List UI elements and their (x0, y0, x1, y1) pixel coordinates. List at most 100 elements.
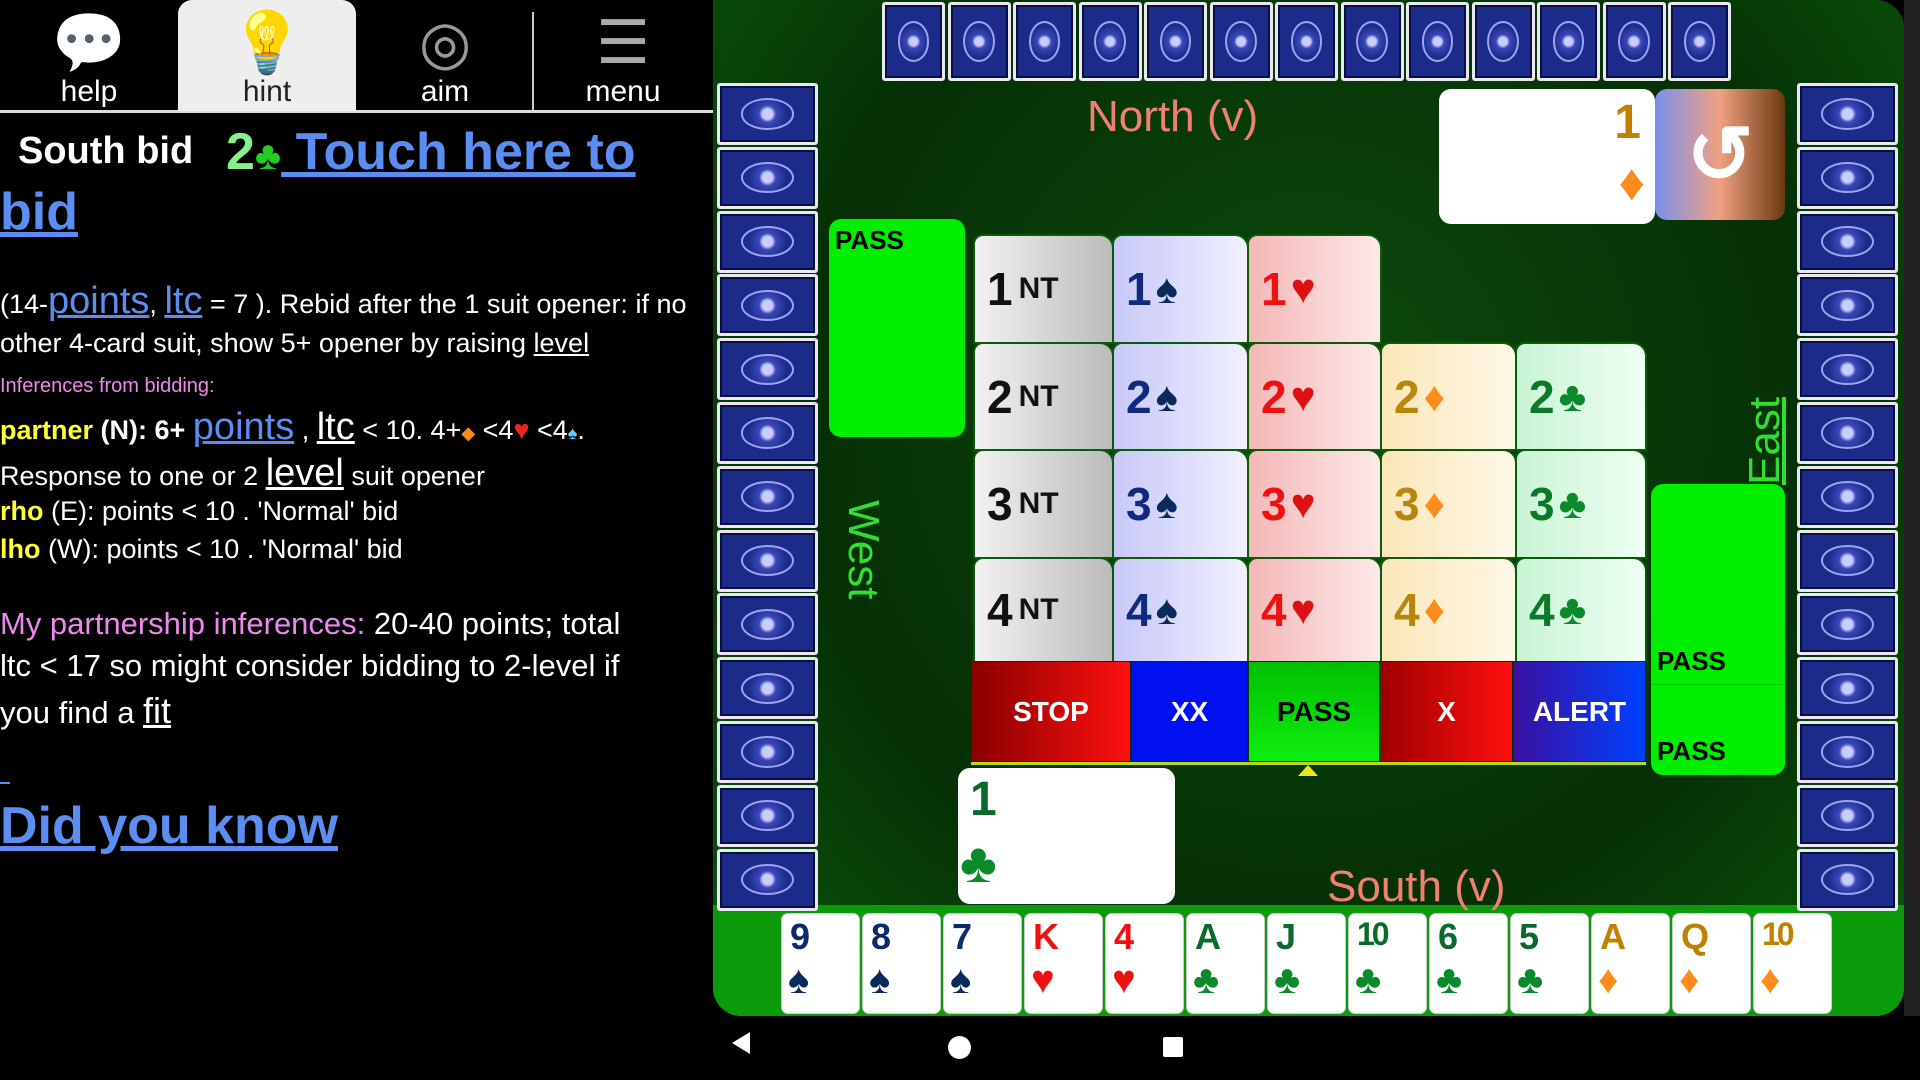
hand-card[interactable]: 4 ♥ (1105, 913, 1184, 1014)
recents-icon[interactable] (1163, 1037, 1183, 1057)
spade-icon: ♠ (1155, 372, 1178, 420)
card-rank: A (1195, 916, 1221, 957)
back-icon[interactable] (732, 1032, 750, 1054)
text: = 7 ). Rebid after the 1 suit opener: if… (202, 289, 687, 319)
card-back (717, 274, 818, 337)
level-link[interactable]: level (534, 328, 590, 358)
hand-card[interactable]: 7 ♠ (943, 913, 1022, 1014)
card-back (1406, 2, 1469, 81)
card-back (882, 2, 945, 81)
spade-icon: ♠ (950, 958, 972, 1002)
hand-card[interactable]: K ♥ (1024, 913, 1103, 1014)
bid-level: 1 (1126, 263, 1152, 315)
card-back (1537, 2, 1600, 81)
hand-card[interactable]: A ♣ (1186, 913, 1265, 1014)
bid-button-1nt[interactable]: 1 NT (973, 234, 1114, 344)
hand-card[interactable]: 6 ♣ (1429, 913, 1508, 1014)
bid-button-2h[interactable]: 2 ♥ (1247, 342, 1382, 451)
card-back (717, 657, 818, 720)
hand-card[interactable]: 10 ♦ (1753, 913, 1832, 1014)
heart-icon: ♥ (1290, 372, 1316, 420)
tab-label: help (60, 75, 118, 108)
card-back (1471, 2, 1535, 81)
bid-button-3d[interactable]: 3 ♦ (1380, 449, 1517, 559)
card-back (1797, 657, 1898, 720)
card-rank: 9 (790, 916, 811, 957)
text: Response to one or 2 (0, 461, 266, 491)
spade-icon: ♠ (788, 958, 810, 1002)
touch-to-bid-link[interactable]: 2♣ Touch here to (226, 122, 636, 182)
diamond-icon: ♦ (1423, 480, 1446, 527)
hand-card[interactable]: J ♣ (1267, 913, 1346, 1014)
bid-button-2d[interactable]: 2 ♦ (1380, 342, 1517, 451)
text: <4 (529, 415, 568, 445)
hand-card[interactable]: 8 ♠ (862, 913, 941, 1014)
bid-button-3nt[interactable]: 3 NT (973, 449, 1114, 559)
level-link[interactable]: level (266, 452, 344, 494)
bid-button-2c[interactable]: 2 ♣ (1515, 342, 1647, 451)
club-icon: ♣ (1517, 958, 1544, 1002)
x-button[interactable]: X (1380, 661, 1513, 762)
bid-button-3h[interactable]: 3 ♥ (1247, 449, 1382, 559)
stop-button[interactable]: STOP (971, 661, 1131, 762)
hand-card[interactable]: 10 ♣ (1348, 913, 1427, 1014)
menu-wrench-icon: ☰ (596, 9, 650, 76)
fit-link[interactable]: fit (143, 690, 171, 731)
lho-inference: lho (W): points < 10 . 'Normal' bid (0, 534, 403, 565)
touch-link-text[interactable]: Touch here to (281, 123, 636, 181)
hint-line-1: (14-points, ltc = 7 ). Rebid after the 1… (0, 280, 686, 323)
points-link[interactable]: points (48, 280, 149, 322)
tab-hint[interactable]: 💡 hint (178, 0, 356, 111)
text: . (577, 415, 585, 445)
card-rank: 5 (1519, 916, 1540, 957)
did-you-know-link[interactable]: Did you know (0, 796, 338, 856)
club-icon: ♣ (1355, 958, 1382, 1002)
text: (14- (0, 289, 49, 319)
hand-card[interactable]: 9 ♠ (781, 913, 860, 1014)
card-back (1797, 465, 1898, 528)
heart-icon: ♥ (1112, 958, 1136, 1002)
bid-button-4nt[interactable]: 4 NT (973, 557, 1114, 663)
bid-button-4c[interactable]: 4 ♣ (1515, 557, 1647, 663)
tab-help[interactable]: 💬 help (0, 0, 178, 111)
hand-card[interactable]: 5 ♣ (1510, 913, 1589, 1014)
bid-button-3s[interactable]: 3 ♠ (1112, 449, 1249, 559)
pass-button[interactable]: PASS (1248, 661, 1380, 762)
partnership-line-1: My partnership inferences: 20-40 points;… (0, 606, 620, 642)
text: (N): 6+ (93, 415, 193, 445)
hand-card[interactable]: Q ♦ (1672, 913, 1751, 1014)
points-link[interactable]: points (193, 406, 294, 448)
bid-button-1h[interactable]: 1 ♥ (1247, 234, 1382, 344)
undo-button[interactable]: ↺ (1655, 89, 1785, 220)
tab-menu[interactable]: ☰ menu (534, 0, 712, 111)
bid-level: 2 (987, 370, 1013, 423)
xx-button[interactable]: XX (1131, 661, 1248, 762)
bid-button-3c[interactable]: 3 ♣ (1515, 449, 1647, 559)
touch-link-text-2[interactable]: bid (0, 182, 78, 242)
lightbulb-icon: 💡 (229, 9, 305, 76)
card-back (1797, 784, 1898, 847)
club-icon: ♣ (1193, 958, 1220, 1002)
bid-button-1s[interactable]: 1 ♠ (1112, 234, 1249, 344)
diamond-icon: ♦ (1760, 958, 1781, 1002)
bid-button-4h[interactable]: 4 ♥ (1247, 557, 1382, 663)
ltc-link[interactable]: ltc (164, 280, 202, 322)
alert-button[interactable]: ALERT (1513, 661, 1646, 762)
bid-button-4d[interactable]: 4 ♦ (1380, 557, 1517, 663)
ltc-link[interactable]: ltc (317, 406, 355, 448)
bid-button-2s[interactable]: 2 ♠ (1112, 342, 1249, 451)
hand-card[interactable]: A ♦ (1591, 913, 1670, 1014)
card-rank: 10 (1762, 916, 1795, 952)
bid-level: 4 (1261, 584, 1287, 636)
bid-button-4s[interactable]: 4 ♠ (1112, 557, 1249, 663)
home-icon[interactable] (948, 1036, 971, 1059)
bid-button-2nt[interactable]: 2 NT (973, 342, 1114, 451)
diamond-icon: ◆ (461, 423, 476, 443)
club-icon: ♣ (1436, 958, 1463, 1002)
tab-aim[interactable]: ◎ aim (356, 0, 534, 111)
club-icon: ♣ (960, 831, 997, 894)
notrump-label: NT (1018, 272, 1059, 305)
card-back (1797, 529, 1898, 592)
card-back (717, 146, 818, 209)
card-back (1797, 210, 1898, 273)
